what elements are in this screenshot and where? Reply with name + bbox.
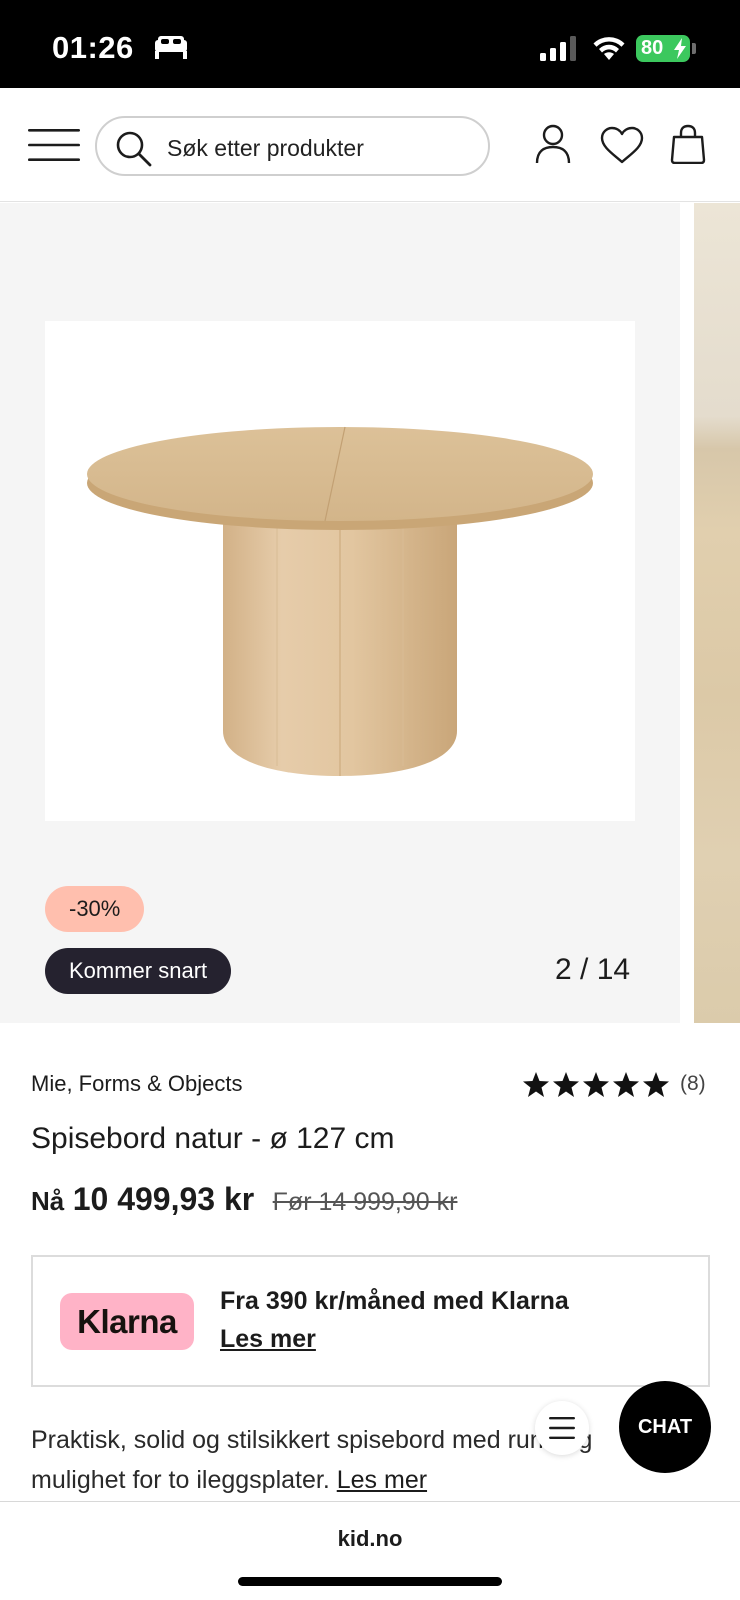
klarna-logo: Klarna [60, 1293, 194, 1350]
discount-badge: -30% [45, 886, 145, 932]
gallery-slide-current[interactable]: -30% Kommer snart 2 / 14 [0, 203, 680, 1023]
wifi-icon [593, 37, 625, 60]
home-indicator[interactable] [238, 1577, 502, 1586]
status-time: 01:26 [52, 30, 134, 65]
chat-button[interactable]: CHAT [619, 1381, 711, 1473]
price-row: Nå 10 499,93 kr Før 14 999,90 kr [31, 1181, 457, 1221]
search-input[interactable]: Søk etter produkter [95, 116, 490, 176]
klarna-installment-text: Fra 390 kr/måned med Klarna [220, 1287, 569, 1315]
product-brand[interactable]: Mie, Forms & Objects [31, 1071, 242, 1097]
slide-counter: 2 / 14 [555, 953, 631, 986]
list-menu-button[interactable] [535, 1401, 589, 1455]
price-now-label: Nå [31, 1186, 65, 1216]
klarna-box: Klarna Fra 390 kr/måned med Klarna Les m… [31, 1255, 710, 1387]
search-icon [116, 131, 152, 167]
product-image[interactable] [45, 321, 635, 821]
battery-cap [692, 43, 696, 54]
rating-stars-icon [523, 1072, 669, 1097]
user-icon[interactable] [535, 124, 571, 164]
battery-indicator: 80 [636, 35, 690, 62]
list-icon [549, 1417, 575, 1439]
gallery-slide-next-preview[interactable] [694, 203, 740, 1023]
round-table-image [87, 426, 593, 776]
heart-icon[interactable] [600, 126, 644, 164]
price-now: 10 499,93 kr [72, 1181, 255, 1217]
price-before: Før 14 999,90 kr [272, 1188, 458, 1216]
status-bar: 01:26 80 [0, 0, 740, 88]
battery-level: 80 [641, 37, 664, 59]
cellular-signal-icon [540, 36, 576, 61]
shopping-bag-icon[interactable] [670, 124, 706, 164]
coming-soon-badge: Kommer snart [45, 948, 232, 994]
search-placeholder: Søk etter produkter [167, 135, 364, 161]
description-text: Praktisk, solid og stilsikkert spisebord… [31, 1426, 593, 1494]
description-read-more-link[interactable]: Les mer [337, 1466, 427, 1494]
sleep-focus-icon [155, 36, 187, 59]
browser-url[interactable]: kid.no [0, 1526, 740, 1552]
klarna-read-more-link[interactable]: Les mer [220, 1325, 316, 1354]
product-title: Spisebord natur - ø 127 cm [31, 1122, 395, 1155]
site-header: Søk etter produkter [0, 88, 740, 202]
rating-count: (8) [680, 1072, 706, 1095]
charging-bolt-icon [674, 38, 686, 59]
product-gallery[interactable]: -30% Kommer snart 2 / 14 [0, 203, 740, 1023]
menu-icon[interactable] [28, 128, 80, 162]
